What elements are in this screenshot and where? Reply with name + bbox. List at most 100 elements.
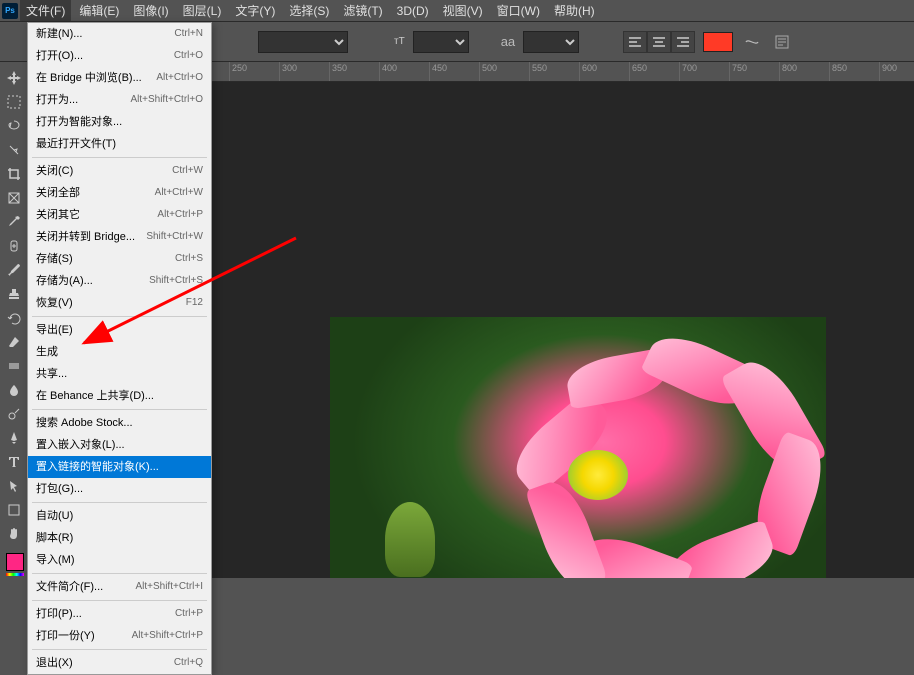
- menu-item-S[interactable]: 存储(S)Ctrl+S: [28, 248, 211, 270]
- stamp-tool[interactable]: [0, 282, 28, 306]
- hand-tool[interactable]: [0, 522, 28, 546]
- align-right-button[interactable]: [671, 31, 695, 53]
- pen-tool[interactable]: [0, 426, 28, 450]
- anti-alias-icon: aa: [501, 34, 515, 49]
- ruler-tick: 550: [530, 62, 580, 81]
- warp-text-icon[interactable]: [741, 31, 763, 53]
- menu-item-R[interactable]: 脚本(R): [28, 527, 211, 549]
- menu-separator: [32, 649, 207, 650]
- gradient-tool[interactable]: [0, 354, 28, 378]
- menu-item-M[interactable]: 导入(M): [28, 549, 211, 571]
- ruler-tick: 400: [380, 62, 430, 81]
- menu-edit[interactable]: 编辑(E): [73, 0, 125, 21]
- menu-item-N[interactable]: 新建(N)...Ctrl+N: [28, 23, 211, 45]
- ruler-tick: 350: [330, 62, 380, 81]
- ruler-tick: 700: [680, 62, 730, 81]
- history-brush-tool[interactable]: [0, 306, 28, 330]
- menu-item-Bridge[interactable]: 关闭并转到 Bridge...Shift+Ctrl+W: [28, 226, 211, 248]
- menu-help[interactable]: 帮助(H): [548, 0, 601, 21]
- menu-item-BridgeB[interactable]: 在 Bridge 中浏览(B)...Alt+Ctrl+O: [28, 67, 211, 89]
- menu-item-L[interactable]: 置入嵌入对象(L)...: [28, 434, 211, 456]
- menu-separator: [32, 316, 207, 317]
- ruler-tick: 500: [480, 62, 530, 81]
- menu-item-AdobeStock[interactable]: 搜索 Adobe Stock...: [28, 412, 211, 434]
- marquee-tool[interactable]: [0, 90, 28, 114]
- shape-tool[interactable]: [0, 498, 28, 522]
- menu-view[interactable]: 视图(V): [437, 0, 489, 21]
- menu-image[interactable]: 图像(I): [127, 0, 174, 21]
- menu-separator: [32, 600, 207, 601]
- eyedropper-tool[interactable]: [0, 210, 28, 234]
- color-swatch-panel: [0, 551, 30, 578]
- character-panel-icon[interactable]: [771, 31, 793, 53]
- menu-item-[interactable]: 打开为...Alt+Shift+Ctrl+O: [28, 89, 211, 111]
- menu-item-P[interactable]: 打印(P)...Ctrl+P: [28, 603, 211, 625]
- menu-separator: [32, 502, 207, 503]
- ruler-tick: 250: [230, 62, 280, 81]
- menu-select[interactable]: 选择(S): [283, 0, 335, 21]
- menu-item-[interactable]: 关闭全部Alt+Ctrl+W: [28, 182, 211, 204]
- menu-item-Y[interactable]: 打印一份(Y)Alt+Shift+Ctrl+P: [28, 625, 211, 647]
- menu-item-T[interactable]: 最近打开文件(T): [28, 133, 211, 155]
- app-icon: Ps: [2, 3, 18, 19]
- menu-item-C[interactable]: 关闭(C)Ctrl+W: [28, 160, 211, 182]
- menu-item-BehanceD[interactable]: 在 Behance 上共享(D)...: [28, 385, 211, 407]
- frame-tool[interactable]: [0, 186, 28, 210]
- menu-filter[interactable]: 滤镜(T): [337, 0, 388, 21]
- ruler-tick: 800: [780, 62, 830, 81]
- menu-item-G[interactable]: 打包(G)...: [28, 478, 211, 500]
- menu-separator: [32, 157, 207, 158]
- anti-alias-select[interactable]: 锐利: [523, 31, 579, 53]
- menu-item-[interactable]: 打开为智能对象...: [28, 111, 211, 133]
- menu-item-[interactable]: 共享...: [28, 363, 211, 385]
- menu-item-V[interactable]: 恢复(V)F12: [28, 292, 211, 314]
- type-tool[interactable]: [0, 450, 28, 474]
- align-left-button[interactable]: [623, 31, 647, 53]
- ruler-tick: 900: [880, 62, 914, 81]
- ruler-tick: 600: [580, 62, 630, 81]
- healing-tool[interactable]: [0, 234, 28, 258]
- menu-item-[interactable]: 关闭其它Alt+Ctrl+P: [28, 204, 211, 226]
- dodge-tool[interactable]: [0, 402, 28, 426]
- eraser-tool[interactable]: [0, 330, 28, 354]
- quick-select-tool[interactable]: [0, 138, 28, 162]
- type-size-icon: тТ: [394, 36, 405, 47]
- font-weight-select[interactable]: Bold: [258, 31, 348, 53]
- menu-item-F[interactable]: 文件简介(F)...Alt+Shift+Ctrl+I: [28, 576, 211, 598]
- ruler-tick: 450: [430, 62, 480, 81]
- ruler-tick: 300: [280, 62, 330, 81]
- brush-tool[interactable]: [0, 258, 28, 282]
- menu-item-U[interactable]: 自动(U): [28, 505, 211, 527]
- crop-tool[interactable]: [0, 162, 28, 186]
- align-center-button[interactable]: [647, 31, 671, 53]
- menu-item-K[interactable]: 置入链接的智能对象(K)...: [28, 456, 211, 478]
- blur-tool[interactable]: [0, 378, 28, 402]
- menu-item-O[interactable]: 打开(O)...Ctrl+O: [28, 45, 211, 67]
- menu-file[interactable]: 文件(F): [20, 0, 71, 21]
- text-color-swatch[interactable]: [703, 32, 733, 52]
- menu-separator: [32, 409, 207, 410]
- foreground-color[interactable]: [6, 553, 24, 571]
- menubar: 文件(F) 编辑(E) 图像(I) 图层(L) 文字(Y) 选择(S) 滤镜(T…: [0, 0, 914, 22]
- menu-item-[interactable]: 生成: [28, 341, 211, 363]
- canvas-image: [330, 317, 826, 578]
- font-size-select[interactable]: 72 点: [413, 31, 469, 53]
- align-group: [623, 31, 695, 53]
- menu-layer[interactable]: 图层(L): [177, 0, 228, 21]
- menu-window[interactable]: 窗口(W): [491, 0, 546, 21]
- file-menu-dropdown: 新建(N)...Ctrl+N打开(O)...Ctrl+O在 Bridge 中浏览…: [27, 22, 212, 675]
- tool-panel: [0, 62, 30, 578]
- ruler-tick: 650: [630, 62, 680, 81]
- ruler-tick: 750: [730, 62, 780, 81]
- menu-item-E[interactable]: 导出(E): [28, 319, 211, 341]
- move-tool[interactable]: [0, 66, 28, 90]
- ruler-tick: 850: [830, 62, 880, 81]
- color-spectrum[interactable]: [6, 573, 24, 576]
- lasso-tool[interactable]: [0, 114, 28, 138]
- path-select-tool[interactable]: [0, 474, 28, 498]
- menu-type[interactable]: 文字(Y): [229, 0, 281, 21]
- menu-separator: [32, 573, 207, 574]
- menu-item-X[interactable]: 退出(X)Ctrl+Q: [28, 652, 211, 674]
- menu-3d[interactable]: 3D(D): [391, 2, 435, 20]
- menu-item-A[interactable]: 存储为(A)...Shift+Ctrl+S: [28, 270, 211, 292]
